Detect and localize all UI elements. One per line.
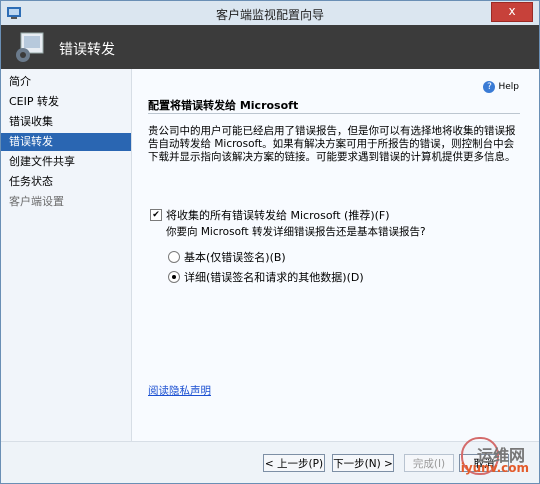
wizard-banner: 错误转发	[1, 25, 539, 69]
wizard-window: 客户端监视配置向导 x 错误转发 简介 CEIP 转发 错误收集 错误转发 创建…	[0, 0, 540, 484]
sidebar-item-task-status[interactable]: 任务状态	[1, 173, 131, 191]
forward-checkbox-row[interactable]: ✔ 将收集的所有错误转发给 Microsoft (推荐)(F)	[150, 207, 390, 223]
sidebar-item-ceip[interactable]: CEIP 转发	[1, 93, 131, 111]
heading-divider	[148, 113, 520, 114]
help-link[interactable]: ? Help	[483, 81, 519, 93]
sidebar-item-error-collection[interactable]: 错误收集	[1, 113, 131, 131]
radio-detailed[interactable]	[168, 271, 180, 283]
wizard-footer: < 上一步(P) 下一步(N) > 完成(I) 取消	[1, 441, 539, 483]
radio-basic-row[interactable]: 基本(仅错误签名)(B)	[168, 249, 286, 265]
radio-detailed-label[interactable]: 详细(错误签名和请求的其他数据)(D)	[184, 271, 364, 284]
sidebar-item-client-settings: 客户端设置	[9, 195, 64, 208]
help-icon: ?	[483, 81, 496, 93]
sidebar-item-intro[interactable]: 简介	[1, 73, 131, 91]
back-button[interactable]: < 上一步(P)	[263, 454, 325, 472]
title-bar: 客户端监视配置向导 x	[1, 1, 539, 25]
sidebar-item-create-share[interactable]: 创建文件共享	[1, 153, 131, 171]
sidebar-item-error-forwarding[interactable]: 错误转发	[1, 133, 131, 151]
forward-checkbox[interactable]: ✔	[150, 209, 162, 221]
banner-title: 错误转发	[59, 42, 115, 58]
radio-basic-label[interactable]: 基本(仅错误签名)(B)	[184, 251, 286, 264]
radio-basic[interactable]	[168, 251, 180, 263]
help-label: Help	[498, 82, 519, 92]
main-content: ? Help 配置将错误转发给 Microsoft 贵公司中的用户可能已经启用了错…	[132, 69, 539, 441]
forward-checkbox-label[interactable]: 将收集的所有错误转发给 Microsoft (推荐)(F)	[166, 209, 390, 222]
close-button[interactable]: x	[491, 2, 533, 22]
wizard-steps-sidebar: 简介 CEIP 转发 错误收集 错误转发 创建文件共享 任务状态 客户端设置	[1, 69, 132, 441]
next-button[interactable]: 下一步(N) >	[332, 454, 394, 472]
report-type-question: 你要向 Microsoft 转发详细错误报告还是基本错误报告?	[166, 226, 426, 238]
radio-detailed-row[interactable]: 详细(错误签名和请求的其他数据)(D)	[168, 269, 364, 285]
monitor-settings-icon	[16, 32, 44, 62]
finish-button: 完成(I)	[404, 454, 454, 472]
window-title: 客户端监视配置向导	[215, 8, 324, 22]
privacy-statement-link[interactable]: 阅读隐私声明	[148, 383, 211, 398]
watermark-text-2: iyunv.com	[460, 461, 529, 475]
description-text: 贵公司中的用户可能已经启用了错误报告，但是你可以有选择地将收集的错误报告自动转发…	[148, 125, 516, 163]
page-heading: 配置将错误转发给 Microsoft	[148, 99, 299, 112]
